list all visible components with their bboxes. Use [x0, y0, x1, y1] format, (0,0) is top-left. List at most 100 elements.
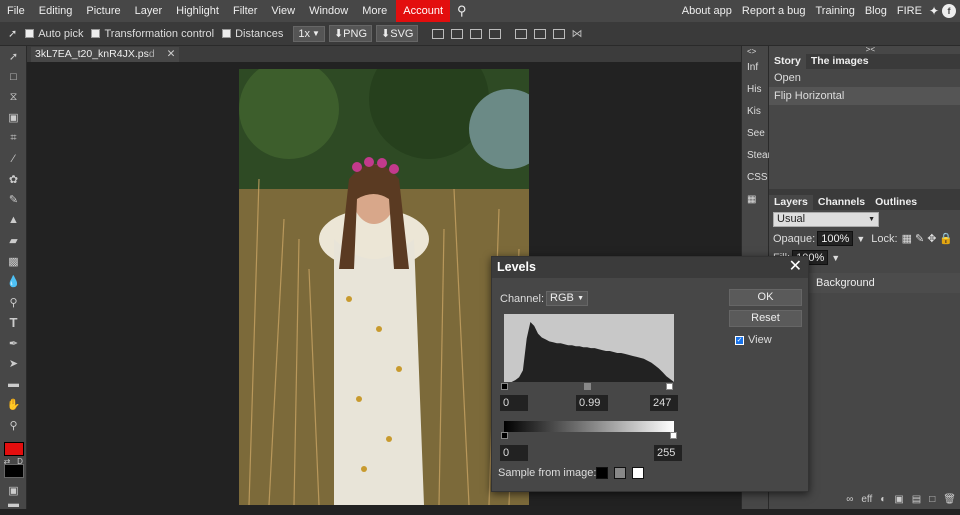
mask-icon[interactable]: ▣ — [894, 494, 903, 505]
delete-layer-icon[interactable]: 🗑 — [943, 494, 956, 505]
tab-layers[interactable]: Layers — [769, 195, 813, 210]
search-icon[interactable]: ⚲ — [450, 0, 474, 22]
align-bottom-icon[interactable] — [534, 28, 547, 39]
screen-mode-icon[interactable]: ▬ — [0, 494, 27, 515]
close-icon[interactable]: ✕ — [789, 257, 802, 276]
output-black-field[interactable]: 0 — [500, 445, 528, 461]
sample-white-eyedropper[interactable] — [632, 467, 645, 479]
opacity-dropdown-icon[interactable]: ▼ — [856, 234, 865, 244]
align-middle-icon[interactable] — [515, 28, 528, 39]
mini-panel-info[interactable]: Inf — [742, 56, 770, 78]
output-black-slider[interactable] — [501, 432, 508, 439]
tab-the-images[interactable]: The images — [806, 54, 874, 69]
fill-dropdown-icon[interactable]: ▼ — [831, 253, 840, 263]
mini-panel-swatches[interactable]: See — [742, 122, 770, 144]
quick-select-tool-icon[interactable]: ▣ — [0, 108, 27, 129]
input-white-slider[interactable] — [666, 383, 673, 390]
gradient-tool-icon[interactable]: ▩ — [0, 251, 27, 272]
ok-button[interactable]: OK — [729, 289, 802, 306]
input-gamma-field[interactable]: 0.99 — [576, 395, 608, 411]
dodge-tool-icon[interactable]: ⚲ — [0, 292, 27, 313]
menu-file[interactable]: File — [0, 0, 32, 22]
input-white-field[interactable]: 247 — [650, 395, 678, 411]
zoom-tool-icon[interactable]: ⚲ — [0, 415, 27, 436]
tab-channels[interactable]: Channels — [813, 195, 870, 210]
distribute-icon[interactable] — [553, 28, 566, 39]
blur-tool-icon[interactable]: 💧 — [0, 272, 27, 293]
history-item-flip[interactable]: Flip Horizontal — [769, 87, 960, 105]
account-button[interactable]: Account — [396, 0, 451, 22]
tab-outlines[interactable]: Outlines — [870, 195, 922, 210]
stamp-tool-icon[interactable]: ▲ — [0, 210, 27, 231]
about-app-link[interactable]: About app — [677, 0, 737, 22]
export-png-button[interactable]: ⬇ PNG — [328, 25, 373, 42]
eraser-tool-icon[interactable]: ▰ — [0, 231, 27, 252]
close-icon[interactable]: ✕ — [167, 47, 176, 62]
distances-option[interactable]: Distances — [222, 28, 283, 40]
channel-select[interactable]: RGB ▼ — [546, 291, 589, 306]
pen-tool-icon[interactable]: ✒ — [0, 333, 27, 354]
zoom-select[interactable]: 1x ▼ — [293, 25, 325, 42]
menu-more[interactable]: More — [355, 0, 394, 22]
transformation-control-checkbox[interactable] — [91, 29, 101, 38]
menu-layer[interactable]: Layer — [128, 0, 170, 22]
view-checkbox[interactable]: ✓ — [735, 335, 744, 345]
path-select-tool-icon[interactable]: ➤ — [0, 354, 27, 375]
output-white-slider[interactable] — [670, 432, 677, 439]
facebook-icon[interactable]: f — [942, 4, 956, 18]
align-left-icon[interactable] — [432, 28, 445, 39]
sample-gray-eyedropper[interactable] — [614, 467, 627, 479]
shape-tool-icon[interactable]: ▬ — [0, 374, 27, 395]
new-layer-icon[interactable]: □ — [929, 494, 935, 505]
input-black-slider[interactable] — [501, 383, 508, 390]
link-layers-icon[interactable]: ∞ — [846, 494, 853, 505]
transformation-control-option[interactable]: Transformation control — [91, 28, 214, 40]
reset-button[interactable]: Reset — [729, 310, 802, 327]
mini-panel-css[interactable]: CSS — [742, 166, 770, 188]
blend-mode-select[interactable]: Usual ▼ — [773, 212, 879, 227]
foreground-color-swatch[interactable] — [4, 442, 24, 456]
input-gamma-slider[interactable] — [584, 383, 591, 390]
adjustment-layer-icon[interactable]: ◐ — [880, 494, 886, 505]
auto-pick-option[interactable]: Auto pick — [25, 28, 83, 40]
sample-black-eyedropper[interactable] — [596, 467, 609, 479]
report-bug-link[interactable]: Report a bug — [737, 0, 811, 22]
background-color-swatch[interactable] — [4, 464, 24, 478]
align-right-icon[interactable] — [470, 28, 483, 39]
eyedropper-tool-icon[interactable]: ⁄ — [0, 149, 27, 170]
export-svg-button[interactable]: ⬇ SVG — [376, 25, 419, 42]
blog-link[interactable]: Blog — [860, 0, 892, 22]
output-white-field[interactable]: 255 — [654, 445, 682, 461]
input-black-field[interactable]: 0 — [500, 395, 528, 411]
crop-tool-icon[interactable]: ⌗ — [0, 128, 27, 149]
document-tab[interactable]: 3kL7EA_t20_knR4JX.ps d ✕ — [31, 47, 180, 62]
menu-picture[interactable]: Picture — [79, 0, 127, 22]
opacity-input[interactable]: 100% — [817, 231, 854, 246]
auto-pick-checkbox[interactable] — [25, 29, 35, 38]
document-image[interactable] — [239, 69, 529, 505]
heal-tool-icon[interactable]: ✿ — [0, 169, 27, 190]
lock-position-icon[interactable]: ✥ — [927, 232, 936, 245]
training-link[interactable]: Training — [811, 0, 860, 22]
lock-pixels-icon[interactable]: ✎ — [915, 232, 924, 245]
twitter-icon[interactable]: ✦ — [929, 4, 939, 18]
image-icon[interactable]: ▦ — [742, 188, 770, 210]
menu-filter[interactable]: Filter — [226, 0, 264, 22]
menu-editing[interactable]: Editing — [32, 0, 80, 22]
align-center-icon[interactable] — [451, 28, 464, 39]
marquee-tool-icon[interactable]: □ — [0, 67, 27, 88]
mini-panel-stearn[interactable]: Stearn — [742, 144, 776, 166]
type-tool-icon[interactable]: T — [0, 313, 27, 334]
effects-button[interactable]: eff — [861, 494, 872, 505]
collapse-toggle[interactable]: <> — [742, 46, 770, 56]
folder-icon[interactable]: ▤ — [912, 494, 921, 505]
lock-all-icon[interactable]: 🔒 — [939, 232, 953, 245]
distances-checkbox[interactable] — [222, 29, 232, 38]
fire-link[interactable]: FIRE — [892, 0, 927, 22]
view-option[interactable]: ✓ View — [735, 334, 772, 346]
history-item-open[interactable]: Open — [769, 69, 960, 87]
tab-story[interactable]: Story — [769, 54, 806, 69]
menu-highlight[interactable]: Highlight — [169, 0, 226, 22]
menu-view[interactable]: View — [264, 0, 302, 22]
hand-tool-icon[interactable]: ✋ — [0, 395, 27, 416]
